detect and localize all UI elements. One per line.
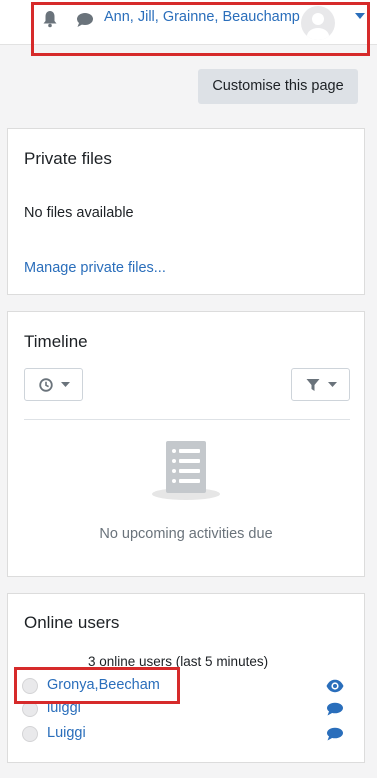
avatar[interactable] <box>301 6 335 40</box>
eye-icon[interactable] <box>326 679 344 693</box>
top-navbar: Ann, Jill, Grainne, Beauchamp <box>0 0 377 45</box>
list-item: luiggi <box>22 699 352 719</box>
divider <box>24 419 350 420</box>
bell-icon[interactable] <box>42 10 58 28</box>
customise-page-button[interactable]: Customise this page <box>198 69 358 104</box>
user-menu-name[interactable]: Ann, Jill, Grainne, Beauchamp <box>104 9 300 25</box>
online-users-block: Online users 3 online users (last 5 minu… <box>7 593 365 763</box>
empty-message: No upcoming activities due <box>99 526 273 542</box>
chevron-down-icon <box>328 382 337 387</box>
filter-icon <box>306 379 320 391</box>
empty-list-icon <box>152 441 220 500</box>
block-title: Timeline <box>24 332 88 351</box>
list-item: Gronya,Beecham <box>22 676 352 696</box>
avatar <box>22 678 38 694</box>
clock-icon <box>39 378 53 392</box>
manage-private-files-link[interactable]: Manage private files... <box>24 260 166 276</box>
chevron-down-icon <box>61 382 70 387</box>
block-title: Online users <box>24 613 120 632</box>
empty-message: No files available <box>24 205 134 221</box>
avatar <box>22 726 38 742</box>
list-item: Luiggi <box>22 724 352 744</box>
user-link[interactable]: luiggi <box>47 700 81 716</box>
chat-bubble-icon[interactable] <box>326 702 344 716</box>
online-users-count: 3 online users (last 5 minutes) <box>88 654 269 669</box>
private-files-block: Private files No files available Manage … <box>7 128 365 295</box>
chat-bubble-icon[interactable] <box>76 12 94 28</box>
filter-dropdown-button[interactable] <box>291 368 350 401</box>
chat-bubble-icon[interactable] <box>326 727 344 741</box>
user-link[interactable]: Gronya,Beecham <box>47 677 160 693</box>
chevron-down-icon[interactable] <box>355 13 365 19</box>
block-title: Private files <box>24 149 112 168</box>
user-link[interactable]: Luiggi <box>47 725 86 741</box>
timeline-block: Timeline No upcoming activities due <box>7 311 365 577</box>
avatar <box>22 701 38 717</box>
sort-dropdown-button[interactable] <box>24 368 83 401</box>
